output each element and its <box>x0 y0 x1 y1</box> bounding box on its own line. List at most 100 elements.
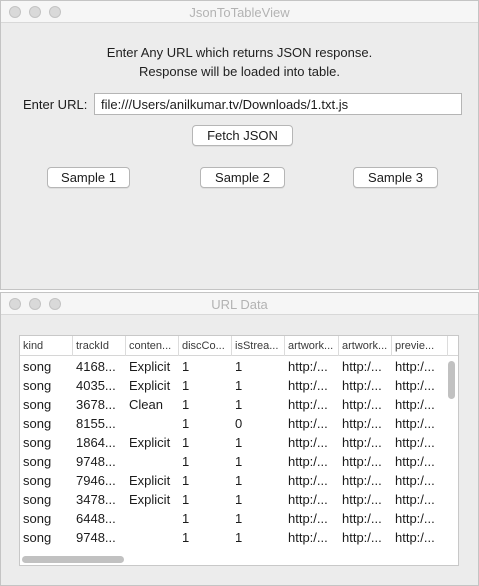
column-header[interactable]: artwork... <box>285 336 339 356</box>
table-cell: http:/... <box>395 397 435 412</box>
horizontal-scroll-thumb[interactable] <box>22 556 124 563</box>
url-data-window: URL Data kind trackId conten... discCo..… <box>0 292 479 586</box>
table-cell: 1 <box>182 378 190 393</box>
sample-2-button[interactable]: Sample 2 <box>200 167 285 188</box>
table-cell: song <box>23 359 52 374</box>
table-cell: http:/... <box>395 378 435 393</box>
table-cell: song <box>23 454 52 469</box>
fetch-json-button[interactable]: Fetch JSON <box>192 125 293 146</box>
table-cell <box>126 528 179 547</box>
table-row[interactable]: song 1864... Explicit 1 1 http:/... http:/... h… <box>20 433 458 452</box>
table-row[interactable]: song 3678... Clean 1 1 http:/... http:/... http… <box>20 395 458 414</box>
vertical-scroll-thumb[interactable] <box>448 361 455 399</box>
table-cell: Explicit <box>129 359 171 374</box>
window-title: JsonToTableView <box>189 5 290 20</box>
table-cell: 1 <box>182 454 190 469</box>
table-cell: 1 <box>235 359 243 374</box>
table-row[interactable]: song 4035... Explicit 1 1 http:/... http:/... h… <box>20 376 458 395</box>
table-cell: http:/... <box>395 492 435 507</box>
table-row[interactable]: song 3478... Explicit 1 1 http:/... http:/... h… <box>20 490 458 509</box>
column-header[interactable]: conten... <box>126 336 179 356</box>
column-header[interactable]: discCo... <box>179 336 232 356</box>
table-cell: 1 <box>235 473 243 488</box>
table-cell: song <box>23 378 52 393</box>
data-table: kind trackId conten... discCo... isStrea… <box>19 335 459 566</box>
table-cell: http:/... <box>342 530 382 545</box>
table-row[interactable]: song 9748... 1 1 http:/... http:/... http:/... <box>20 452 458 471</box>
main-window: JsonToTableView Enter Any URL which retu… <box>0 0 479 290</box>
table-row[interactable]: song 4168... Explicit 1 1 http:/... http:/... h… <box>20 357 458 376</box>
table-cell: 8155... <box>76 416 116 431</box>
sample-1-button[interactable]: Sample 1 <box>47 167 130 188</box>
table-cell: 9748... <box>76 530 116 545</box>
table-cell: song <box>23 473 52 488</box>
table-cell: http:/... <box>288 473 328 488</box>
instruction-line-2: Response will be loaded into table. <box>139 64 340 79</box>
table-cell: 4035... <box>76 378 116 393</box>
table-cell: http:/... <box>288 397 328 412</box>
table-cell: http:/... <box>395 473 435 488</box>
table-cell <box>126 414 179 433</box>
table-cell: 1 <box>235 511 243 526</box>
table-cell: song <box>23 435 52 450</box>
table-cell: song <box>23 492 52 507</box>
table-cell: Clean <box>129 397 163 412</box>
table-cell: 1 <box>182 473 190 488</box>
table-cell: http:/... <box>395 359 435 374</box>
table-cell: http:/... <box>288 416 328 431</box>
table-cell: Explicit <box>129 378 171 393</box>
table-cell: http:/... <box>342 416 382 431</box>
main-titlebar[interactable]: JsonToTableView <box>1 1 478 23</box>
table-cell: song <box>23 397 52 412</box>
horizontal-scrollbar[interactable] <box>22 556 444 563</box>
table-cell: http:/... <box>342 492 382 507</box>
table-cell: http:/... <box>288 435 328 450</box>
column-header[interactable]: artwork... <box>339 336 392 356</box>
table-cell: http:/... <box>288 511 328 526</box>
column-header[interactable]: previe... <box>392 336 448 356</box>
table-cell: 1 <box>182 397 190 412</box>
table-cell: song <box>23 416 52 431</box>
table-cell: http:/... <box>342 454 382 469</box>
url-input[interactable] <box>94 93 462 115</box>
table-cell: http:/... <box>395 416 435 431</box>
table-row[interactable]: song 9748... 1 1 http:/... http:/... http:/... <box>20 528 458 547</box>
table-cell: 4168... <box>76 359 116 374</box>
table-cell: 1 <box>235 492 243 507</box>
table-cell: 1864... <box>76 435 116 450</box>
table-cell: Explicit <box>129 492 171 507</box>
table-cell <box>126 509 179 528</box>
window-title: URL Data <box>211 297 268 312</box>
table-cell: 1 <box>182 530 190 545</box>
table-cell: 3678... <box>76 397 116 412</box>
table-cell: http:/... <box>342 435 382 450</box>
table-cell: 3478... <box>76 492 116 507</box>
instruction-line-1: Enter Any URL which returns JSON respons… <box>106 45 373 60</box>
table-cell: http:/... <box>395 511 435 526</box>
table-cell: http:/... <box>288 492 328 507</box>
table-header: kind trackId conten... discCo... isStrea… <box>20 336 458 356</box>
table-cell: http:/... <box>342 359 382 374</box>
table-cell: 7946... <box>76 473 116 488</box>
column-header[interactable]: trackId <box>73 336 126 356</box>
table-cell: 1 <box>182 492 190 507</box>
url-label: Enter URL: <box>23 97 88 112</box>
sample-3-button[interactable]: Sample 3 <box>353 167 438 188</box>
table-row[interactable]: song 7946... Explicit 1 1 http:/... http:/... h… <box>20 471 458 490</box>
table-cell: Explicit <box>129 435 171 450</box>
table-cell: http:/... <box>342 511 382 526</box>
table-cell: Explicit <box>129 473 171 488</box>
vertical-scrollbar[interactable] <box>448 359 455 565</box>
table-cell: 0 <box>235 416 243 431</box>
table-cell: 1 <box>182 359 190 374</box>
table-row[interactable]: song 6448... 1 1 http:/... http:/... http:/... <box>20 509 458 528</box>
data-titlebar[interactable]: URL Data <box>1 293 478 315</box>
table-body: song 4168... Explicit 1 1 http:/... http:/... h… <box>20 357 458 547</box>
table-cell: http:/... <box>288 454 328 469</box>
column-header[interactable]: kind <box>20 336 73 356</box>
table-cell: 1 <box>182 435 190 450</box>
column-header[interactable]: isStrea... <box>232 336 285 356</box>
table-row[interactable]: song 8155... 1 0 http:/... http:/... http:/... <box>20 414 458 433</box>
table-cell <box>126 452 179 471</box>
table-cell: 1 <box>182 511 190 526</box>
